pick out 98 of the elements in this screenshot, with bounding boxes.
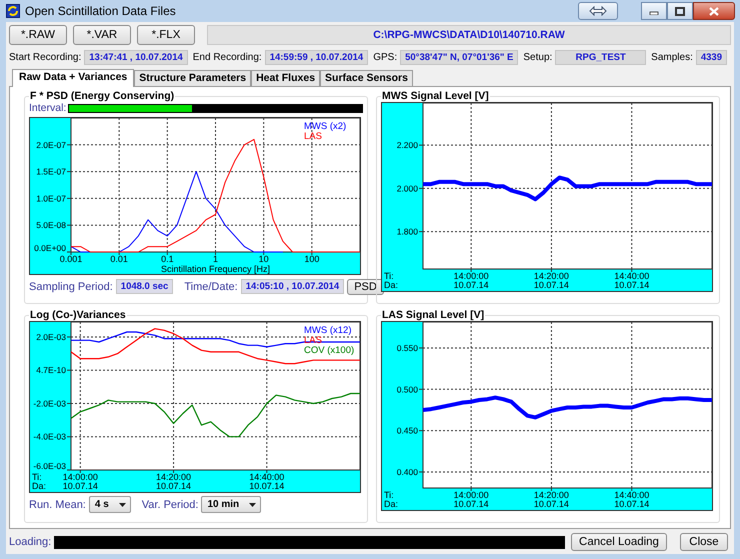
group-title: MWS Signal Level [V]	[381, 90, 490, 102]
field-value: 14:05:10 , 10.07.2014	[240, 279, 344, 294]
group-title: LAS Signal Level [V]	[381, 309, 486, 321]
axis-tick-label: 0.450	[396, 426, 418, 436]
axis-tick-label: 10.07.14	[534, 499, 569, 509]
axis-tick-label: 10.07.14	[454, 280, 489, 290]
axis-tick-label: 10	[258, 254, 269, 264]
group-title: Log (Co-)Variances	[29, 309, 127, 321]
axis-tick-label: 14:40:00	[614, 490, 650, 500]
axis-tick-label: 100	[304, 254, 320, 264]
axis-tick-label: 0.550	[396, 342, 418, 353]
axis-tick-label: 1.800	[396, 226, 418, 237]
field-label: Samples:	[651, 52, 693, 62]
axis-tick-label: 10.07.14	[534, 280, 569, 290]
field-value: 13:47:41 , 10.07.2014	[84, 50, 188, 64]
field-value: 14:59:59 , 10.07.2014	[264, 50, 368, 64]
axis-tick-label: 0.400	[396, 466, 418, 477]
axis-tick-label: 14:00:00	[62, 472, 98, 482]
file-type-button[interactable]: *.VAR	[73, 25, 131, 45]
axis-tick-label: 4.7E-10	[36, 365, 66, 376]
group-title: F * PSD (Energy Conserving)	[29, 90, 176, 102]
axis-tick-label: 14:40:00	[614, 271, 650, 281]
legend-label: MWS (x12)	[304, 325, 352, 336]
axis-tick-label: 10.07.14	[249, 481, 284, 491]
maximize-button[interactable]	[667, 2, 693, 20]
axis-tick-label: 14:20:00	[534, 490, 569, 500]
close-icon	[709, 6, 719, 16]
axis-tick-label: 14:00:00	[454, 490, 489, 500]
field-value: 1048.0 sec	[116, 279, 174, 294]
loading-label: Loading:	[9, 536, 52, 548]
resize-button[interactable]	[578, 2, 618, 20]
axis-tick-label: 0.1	[161, 254, 174, 264]
field-label: End Recording:	[192, 52, 262, 62]
axis-row-label: Ti:	[384, 271, 394, 281]
dialog-button[interactable]: Close	[680, 533, 728, 551]
axis-tick-label: 2.0E-03	[36, 332, 66, 342]
dialog-button[interactable]: Cancel Loading	[571, 533, 667, 551]
axis-row-label: Ti:	[384, 490, 394, 500]
dropdown[interactable]: 4 s	[88, 496, 131, 513]
dropdown-label: Run. Mean:	[29, 498, 86, 510]
tab[interactable]: Heat Fluxes	[251, 70, 320, 86]
file-path-field: C:\RPG-MWCS\DATA\D10\140710.RAW	[207, 25, 731, 45]
axis-tick-label: -6.0E-03	[33, 461, 66, 471]
caret-icon	[118, 502, 126, 506]
field-label: Time/Date:	[184, 280, 238, 292]
legend-label: COV (x100)	[304, 345, 354, 356]
minimize-button[interactable]	[641, 2, 667, 20]
axis-tick-label: 1	[213, 254, 218, 264]
window-title: Open Scintillation Data Files	[25, 4, 177, 18]
axis-tick-label: 0.500	[396, 384, 418, 394]
axis-tick-label: 10.07.14	[454, 499, 489, 509]
axis-tick-label: 14:20:00	[156, 472, 192, 482]
axis-tick-label: 1.0E-07	[36, 193, 66, 204]
field-value: 4339	[696, 50, 727, 64]
field-label: Setup:	[523, 52, 552, 62]
field-label: GPS:	[373, 52, 398, 62]
axis-tick-label: 2.000	[396, 183, 418, 194]
axis-tick-label: 1.5E-07	[36, 166, 66, 177]
axis-tick-label: 0.001	[60, 254, 82, 264]
axis-row-label: Da:	[384, 280, 398, 290]
close-button[interactable]	[693, 2, 735, 20]
axis-tick-label: -4.0E-03	[33, 432, 66, 442]
field-label: Sampling Period:	[29, 280, 113, 292]
axis-tick-label: 10.07.14	[156, 481, 192, 491]
interval-label: Interval:	[29, 102, 66, 114]
psd-button[interactable]: PSD	[347, 278, 384, 294]
axis-tick-label: 2.0E-07	[36, 140, 66, 150]
app-icon	[6, 4, 20, 18]
axis-tick-label: 10.07.14	[614, 499, 650, 509]
axis-tick-label: 10.07.14	[614, 280, 650, 290]
axis-row-label: Da:	[32, 481, 46, 491]
double-arrow-icon	[589, 6, 607, 16]
axis-tick-label: -2.0E-03	[33, 398, 66, 408]
file-type-button[interactable]: *.FLX	[137, 25, 195, 45]
axis-row-label: Da:	[384, 499, 398, 509]
tab[interactable]: Structure Parameters	[134, 70, 252, 86]
caret-icon	[249, 502, 256, 506]
dropdown[interactable]: 10 min	[201, 496, 262, 513]
axis-tick-label: 0.01	[110, 254, 128, 264]
axis-tick-label: 10.07.14	[62, 481, 98, 491]
axis-row-label: Ti:	[32, 472, 42, 482]
legend-label: MWS (x2)	[304, 121, 346, 132]
axis-title: Scintillation Frequency [Hz]	[160, 264, 270, 274]
axis-tick-label: 14:00:00	[454, 271, 489, 281]
tab[interactable]: Raw Data + Variances	[12, 69, 134, 87]
dropdown-label: Var. Period:	[142, 498, 198, 510]
field-value: 50°38'47" N, 07°01'36" E	[400, 50, 518, 64]
axis-tick-label: 14:40:00	[249, 472, 284, 482]
field-label: Start Recording:	[9, 52, 82, 62]
axis-tick-label: 2.200	[396, 140, 418, 150]
axis-tick-label: 14:20:00	[534, 271, 569, 281]
field-value: RPG_TEST	[555, 50, 646, 64]
axis-tick-label: 0.0E+00	[34, 243, 66, 253]
legend-label: LAS	[304, 131, 322, 142]
maximize-icon	[675, 6, 685, 16]
tab[interactable]: Surface Sensors	[320, 70, 413, 86]
axis-tick-label: 5.0E-08	[36, 220, 66, 230]
file-type-button[interactable]: *.RAW	[9, 25, 67, 45]
